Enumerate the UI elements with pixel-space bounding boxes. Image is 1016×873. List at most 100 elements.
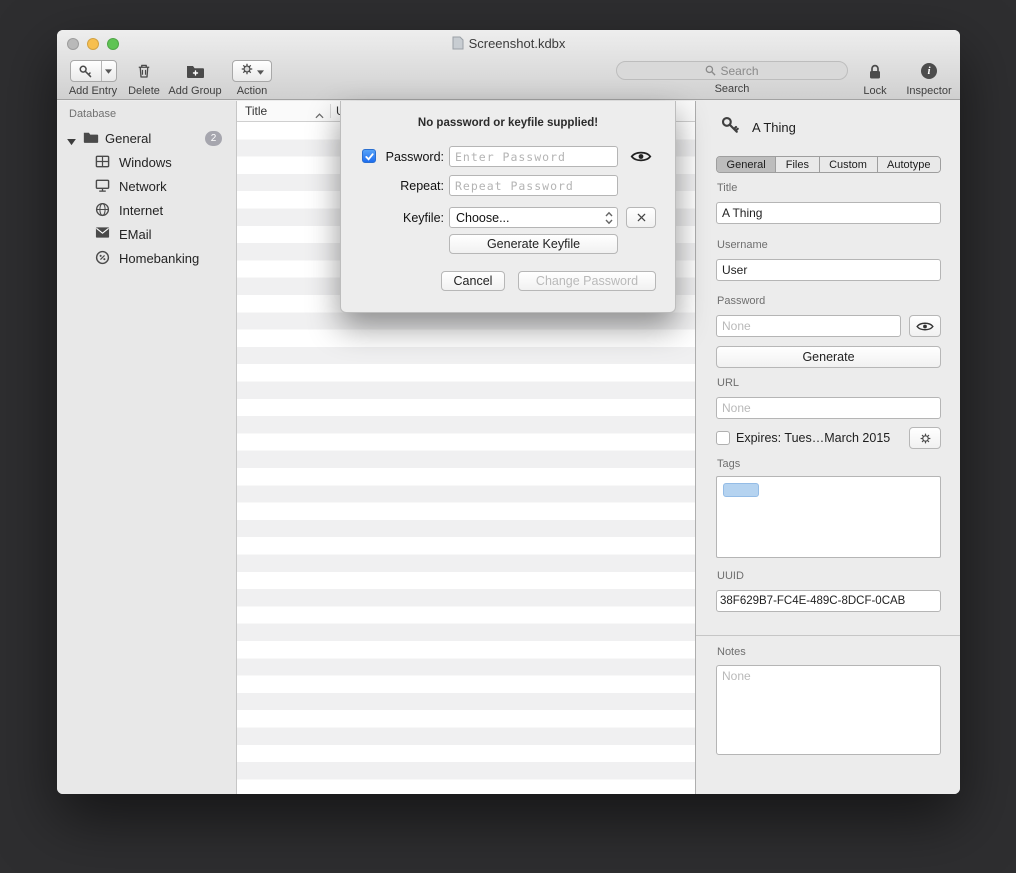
eye-icon <box>630 150 652 163</box>
action-button[interactable]: Action <box>230 60 274 97</box>
title-field-label: Title <box>717 182 737 194</box>
inspector-tabs: General Files Custom Autotype <box>716 156 941 173</box>
info-icon: i <box>921 63 937 79</box>
generate-keyfile-button[interactable]: Generate Keyfile <box>449 234 618 254</box>
inspector-label: Inspector <box>898 85 960 97</box>
cancel-button[interactable]: Cancel <box>441 271 505 291</box>
search-input[interactable]: Search <box>616 61 848 80</box>
expires-checkbox[interactable] <box>716 431 730 445</box>
tab-custom[interactable]: Custom <box>819 157 877 172</box>
coin-icon <box>95 250 110 268</box>
tag-chip[interactable] <box>723 483 759 497</box>
sidebar-section-header: Database <box>69 108 116 120</box>
notes-label: Notes <box>717 646 746 658</box>
reveal-password-button[interactable] <box>909 315 941 337</box>
disclosure-triangle-icon[interactable] <box>67 134 76 149</box>
count-badge: 2 <box>205 131 222 146</box>
check-icon <box>364 151 375 162</box>
globe-icon <box>95 202 110 220</box>
add-group-button[interactable]: Add Group <box>166 60 224 97</box>
change-password-dialog: No password or keyfile supplied! Passwor… <box>340 101 676 313</box>
action-label: Action <box>230 85 274 97</box>
app-window: Screenshot.kdbx Add Entry Delete <box>57 30 960 794</box>
sidebar-item-windows[interactable]: Windows <box>57 151 236 173</box>
chevron-down-icon <box>257 62 264 80</box>
sidebar-item-label: EMail <box>119 227 152 242</box>
close-x-icon <box>636 212 647 223</box>
sidebar-item-internet[interactable]: Internet <box>57 199 236 221</box>
search-icon <box>705 65 716 76</box>
sidebar-item-label: Network <box>119 179 167 194</box>
inspector-panel: A Thing General Files Custom Autotype Ti… <box>695 101 960 794</box>
trash-icon <box>124 60 164 82</box>
username-field-label: Username <box>717 239 768 251</box>
sidebar-item-email[interactable]: EMail <box>57 223 236 245</box>
monitor-icon <box>95 178 110 196</box>
repeat-input[interactable] <box>449 175 618 196</box>
generate-password-button[interactable]: Generate <box>716 346 941 368</box>
sort-ascending-icon <box>315 108 324 122</box>
window-title: Screenshot.kdbx <box>57 30 960 56</box>
change-password-button[interactable]: Change Password <box>518 271 656 291</box>
entry-title: A Thing <box>752 120 796 135</box>
stepper-icon <box>605 211 613 228</box>
document-icon <box>452 36 464 50</box>
sidebar-item-label: Internet <box>119 203 163 218</box>
keyfile-label: Keyfile: <box>379 211 444 225</box>
expires-label: Expires: Tues…March 2015 <box>736 431 890 445</box>
column-header-title[interactable]: Title <box>245 104 267 118</box>
chevron-down-icon[interactable] <box>101 61 116 81</box>
window-chrome: Screenshot.kdbx Add Entry Delete <box>57 30 960 100</box>
key-icon <box>720 115 740 140</box>
uuid-field[interactable] <box>716 590 941 612</box>
inspector-divider <box>696 635 960 636</box>
title-field[interactable] <box>716 202 941 224</box>
search-placeholder: Search <box>720 64 758 78</box>
inspector-button[interactable]: i Inspector <box>898 60 960 97</box>
username-field[interactable] <box>716 259 941 281</box>
column-divider[interactable] <box>330 104 331 118</box>
sidebar-item-general[interactable]: General 2 <box>57 127 236 149</box>
window-title-text: Screenshot.kdbx <box>469 36 566 51</box>
eye-icon <box>916 321 934 332</box>
tab-general[interactable]: General <box>717 157 775 172</box>
lock-label: Lock <box>855 85 895 97</box>
clear-keyfile-button[interactable] <box>626 207 656 228</box>
reveal-password-button[interactable] <box>627 147 655 166</box>
search-label: Search <box>616 83 848 95</box>
password-field-label: Password <box>717 295 765 307</box>
gear-icon <box>240 62 254 81</box>
sidebar-item-homebanking[interactable]: Homebanking <box>57 247 236 269</box>
add-group-label: Add Group <box>166 85 224 97</box>
password-input[interactable] <box>449 146 618 167</box>
sidebar-item-network[interactable]: Network <box>57 175 236 197</box>
add-entry-label: Add Entry <box>64 85 122 97</box>
search-area: Search Search <box>616 60 848 95</box>
uuid-label: UUID <box>717 570 744 582</box>
notes-field[interactable] <box>716 665 941 755</box>
lock-button[interactable]: Lock <box>855 60 895 97</box>
keyfile-popup[interactable]: Choose... <box>449 207 618 228</box>
tags-label: Tags <box>717 458 740 470</box>
sidebar-item-label: General <box>105 131 151 146</box>
password-field[interactable] <box>716 315 901 337</box>
tab-files[interactable]: Files <box>775 157 818 172</box>
delete-label: Delete <box>124 85 164 97</box>
keyfile-popup-value: Choose... <box>456 211 510 225</box>
envelope-icon <box>95 226 110 242</box>
delete-button[interactable]: Delete <box>124 60 164 97</box>
add-entry-button[interactable]: Add Entry <box>64 60 122 97</box>
password-checkbox[interactable] <box>362 149 376 163</box>
gear-icon <box>919 432 932 445</box>
sidebar: Database General 2 Windows Network <box>57 101 237 794</box>
windows-icon <box>95 154 110 172</box>
tags-box[interactable] <box>716 476 941 558</box>
sidebar-item-label: Homebanking <box>119 251 199 266</box>
url-field-label: URL <box>717 377 739 389</box>
folder-plus-icon <box>166 60 224 82</box>
expires-settings-button[interactable] <box>909 427 941 449</box>
url-field[interactable] <box>716 397 941 419</box>
repeat-label: Repeat: <box>379 179 444 193</box>
tab-autotype[interactable]: Autotype <box>877 157 941 172</box>
key-plus-icon <box>71 61 101 81</box>
